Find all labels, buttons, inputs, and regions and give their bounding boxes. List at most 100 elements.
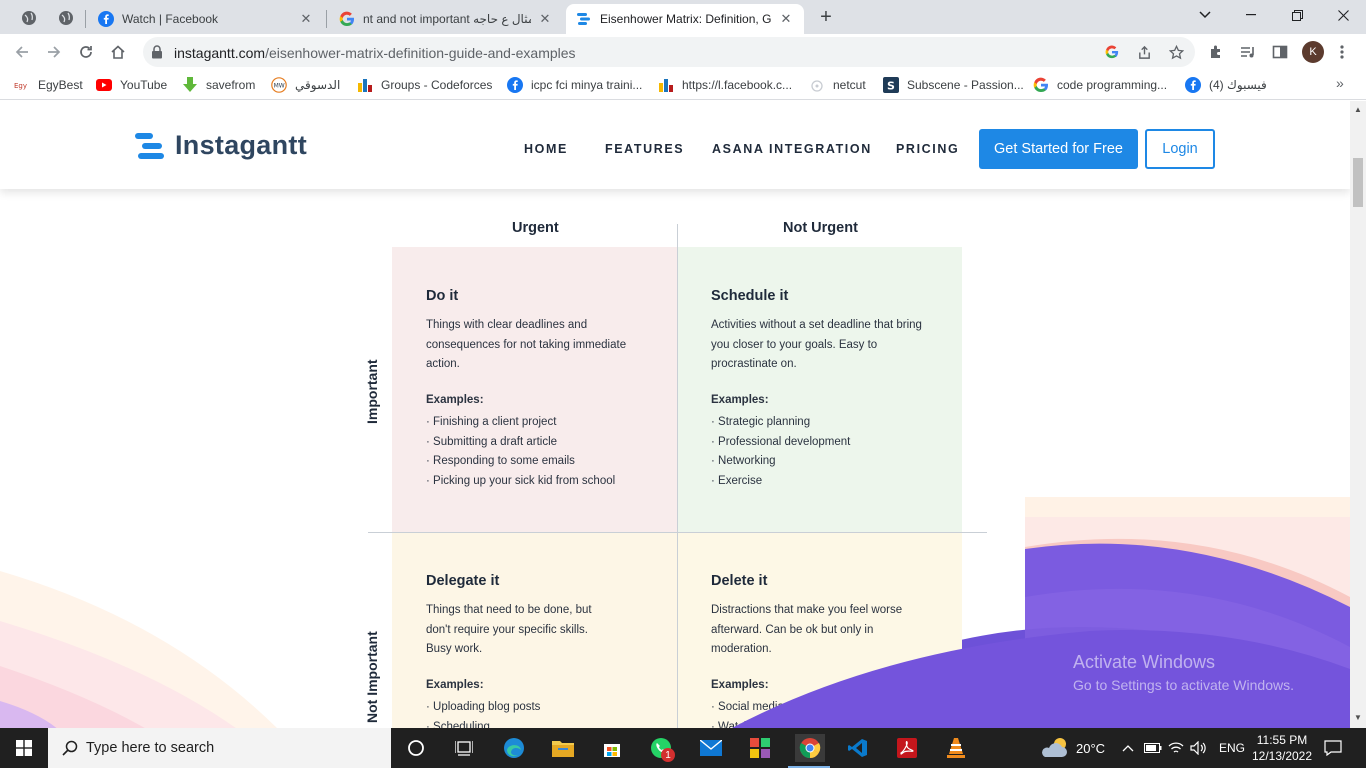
close-tab-icon[interactable]: ✕ [778,11,794,27]
show-hidden-icons-chevron-icon[interactable] [1122,728,1134,768]
bookmark-code-programming[interactable]: code programming... [1033,76,1167,94]
file-explorer-icon[interactable] [549,734,577,762]
vscode-icon[interactable] [844,734,872,762]
whatsapp-badge: 1 [661,748,675,762]
instagantt-logo[interactable]: Instagantt [135,130,307,161]
google-icon [1033,77,1049,93]
edge-browser-icon[interactable] [500,734,528,762]
google-lens-icon[interactable] [1103,43,1121,61]
side-panel-icon[interactable] [1266,38,1294,66]
bookmark-label: (4) فيسبوك [1209,78,1267,92]
taskbar-search-box[interactable]: Type here to search [48,728,391,768]
reload-icon[interactable] [72,38,100,66]
youtube-icon [96,77,112,93]
chrome-icon[interactable] [795,734,825,762]
cortana-icon[interactable] [402,734,430,762]
brand-name: Instagantt [175,130,308,160]
nav-asana-integration[interactable]: ASANA INTEGRATION [712,142,872,156]
extensions-puzzle-icon[interactable] [1202,38,1230,66]
row-header-not-important: Not Important [364,631,380,723]
scroll-up-arrow-icon[interactable]: ▲ [1354,105,1362,114]
bookmark-facebook-arabic[interactable]: (4) فيسبوك [1185,76,1267,94]
globe-tab-icon[interactable] [16,6,42,30]
close-tab-icon[interactable]: ✕ [537,11,553,27]
nav-pricing[interactable]: PRICING [896,142,959,156]
forward-arrow-icon[interactable] [40,38,68,66]
media-control-icon[interactable] [1234,38,1262,66]
minimize-button[interactable] [1228,0,1274,30]
tab-google-search[interactable]: ‫مثال ع حاجه nt and not important‬ ✕ [329,4,563,34]
windows-taskbar: Type here to search 1 20°C ENG 11:55 PM … [0,728,1366,768]
weather-widget[interactable]: 20°C [1040,728,1105,768]
bookmark-label: Groups - Codeforces [381,78,493,92]
examples-label: Examples: [711,394,769,406]
tab-search-chevron-icon[interactable] [1182,0,1228,30]
language-indicator[interactable]: ENG [1219,728,1245,768]
bookmarks-overflow-icon[interactable]: » [1336,75,1344,91]
kebab-menu-icon[interactable] [1328,38,1356,66]
scrollbar-thumb[interactable] [1353,158,1363,207]
vlc-icon[interactable] [942,734,970,762]
battery-icon[interactable] [1144,728,1162,768]
browser-toolbar: instagantt.com/eisenhower-matrix-definit… [0,34,1366,70]
codeforces-icon [357,77,373,93]
system-clock[interactable]: 11:55 PM 12/13/2022 [1252,728,1312,768]
example-item: · Professional development [711,435,851,448]
weather-temperature: 20°C [1076,740,1106,756]
bookmark-netcut[interactable]: netcut [809,76,866,94]
example-item: · Exercise [711,474,763,487]
bookmark-facebook-link[interactable]: https://l.facebook.c... [658,76,792,94]
tab-eisenhower-matrix[interactable]: Eisenhower Matrix: Definition, Gu ✕ [566,4,804,34]
login-button[interactable]: Login [1145,129,1215,169]
new-tab-button[interactable]: + [815,6,837,28]
bookmark-label: code programming... [1057,78,1168,92]
bookmark-label: icpc fci minya traini... [531,78,643,92]
quadrant-description: Things that need to be done, but don't r… [426,604,592,655]
whatsapp-icon[interactable]: 1 [647,734,675,762]
site-header: Instagantt HOME FEATURES ASANA INTEGRATI… [0,101,1350,189]
globe-tab-icon[interactable] [53,6,79,30]
bookmark-star-icon[interactable] [1167,43,1185,61]
bookmark-aldesouky[interactable]: MW الدسوقي [271,76,340,94]
scroll-down-arrow-icon[interactable]: ▼ [1354,713,1362,722]
bookmark-youtube[interactable]: YouTube [96,76,167,94]
bookmark-egybest[interactable]: Egy EgyBest [14,76,83,94]
address-bar[interactable]: instagantt.com/eisenhower-matrix-definit… [143,37,1195,67]
windows-start-icon[interactable] [10,734,38,762]
wifi-icon[interactable] [1168,728,1184,768]
example-item: · Strategic planning [711,416,811,428]
volume-icon[interactable] [1190,728,1206,768]
share-icon[interactable] [1135,43,1153,61]
nav-features[interactable]: FEATURES [605,142,684,156]
quadrant-description: Things with clear deadlines and conseque… [426,319,627,370]
home-icon[interactable] [104,38,132,66]
tab-facebook-watch[interactable]: Watch | Facebook ✕ [88,4,324,34]
bookmark-subscene[interactable]: S Subscene - Passion... [883,76,1024,94]
close-window-button[interactable] [1320,0,1366,30]
bookmark-label: EgyBest [38,78,83,92]
back-arrow-icon[interactable] [8,38,36,66]
bookmark-codeforces-groups[interactable]: Groups - Codeforces [357,76,492,94]
get-started-button[interactable]: Get Started for Free [979,129,1138,169]
activate-windows-title: Activate Windows [1073,652,1216,672]
restore-button[interactable] [1274,0,1320,30]
quadrant-title: Schedule it [711,288,789,304]
examples-list: · Finishing a client project · Submittin… [426,413,615,491]
facebook-icon [507,77,523,93]
task-view-icon[interactable] [450,734,478,762]
colored-tiles-app-icon[interactable] [746,734,774,762]
microsoft-store-icon[interactable] [598,734,626,762]
quadrant-title: Delete it [711,573,768,589]
url-host: instagantt.com [174,45,266,61]
page-scrollbar[interactable]: ▲ ▼ [1350,101,1366,728]
acrobat-reader-icon[interactable] [893,734,921,762]
close-tab-icon[interactable]: ✕ [298,11,314,27]
example-item: · Finishing a client project [426,416,557,428]
profile-avatar[interactable]: K [1302,41,1324,63]
bookmark-icpc-fci[interactable]: icpc fci minya traini... [507,76,642,94]
nav-home[interactable]: HOME [524,142,568,156]
mail-icon[interactable] [697,734,725,762]
notifications-icon[interactable] [1324,728,1342,768]
codeforces-icon [658,77,674,93]
bookmark-savefrom[interactable]: savefrom [182,76,255,94]
